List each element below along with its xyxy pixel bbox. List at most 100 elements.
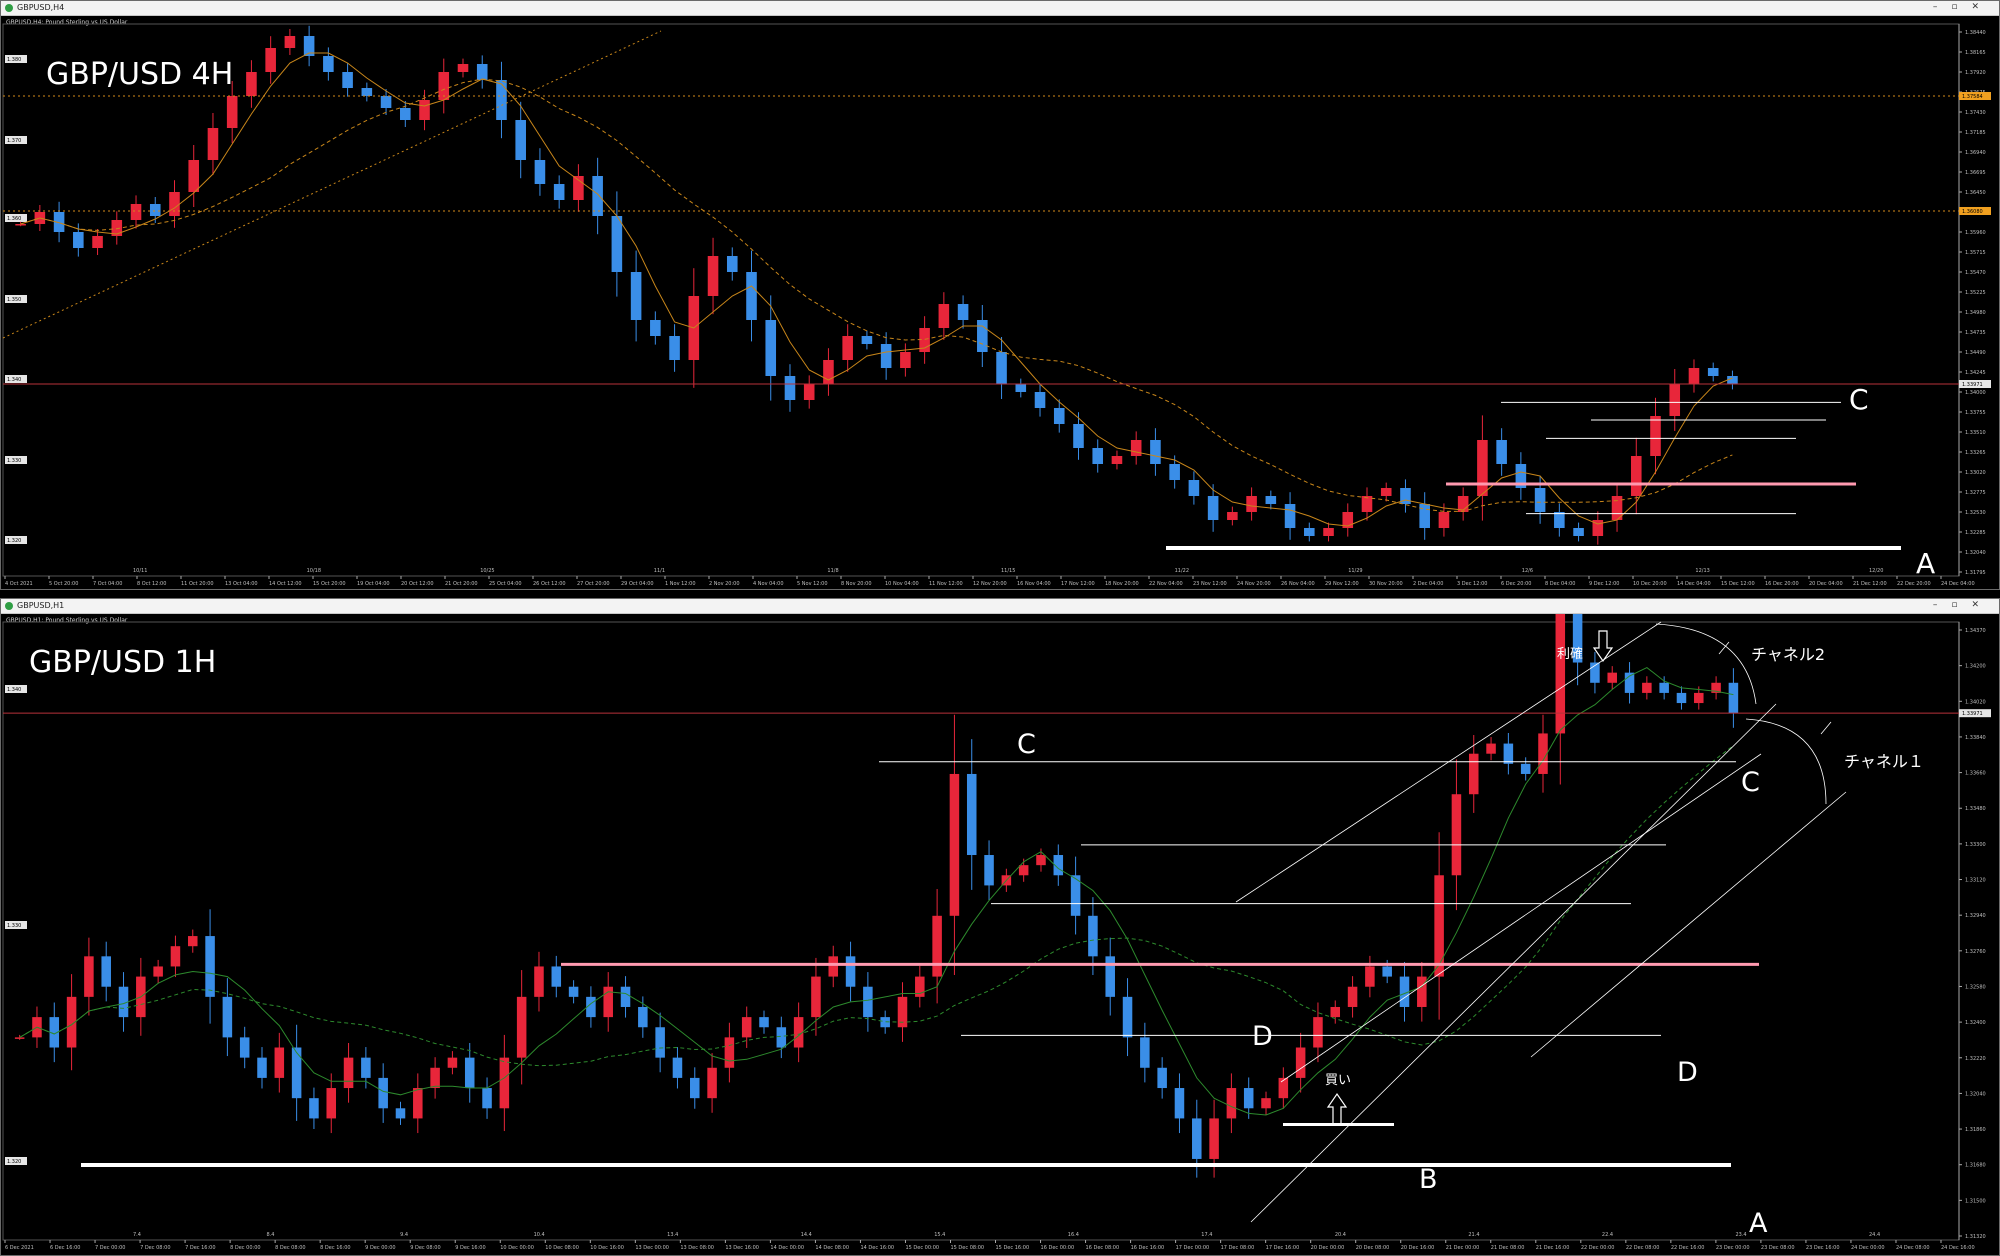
candle-body [1659,682,1669,693]
level-label-d: D [1677,1057,1698,1088]
candle-body [611,216,623,272]
candle-body [1261,1098,1271,1109]
candle-body [669,336,680,360]
close-icon[interactable]: ✕ [1971,600,1993,610]
x-tick-label: 14 Dec 16:00 [860,1245,894,1251]
period-tick-label: 12/6 [1522,568,1533,574]
candle-body [1503,743,1514,764]
window-controls[interactable]: –▫✕ [1933,2,1993,12]
left-price-label: 1.360 [7,216,21,222]
candle-body [765,320,777,376]
candlestick-chart-4h[interactable]: 1.384401.381651.379201.376751.374301.371… [1,16,2000,590]
window-controls[interactable]: –▫✕ [1933,600,1993,610]
candle-body [1192,1118,1202,1159]
candle-body [153,966,163,977]
x-tick-label: 11 Oct 20:00 [181,581,214,587]
period-tick-label: 14.4 [801,1232,812,1238]
candle-body [257,1057,267,1078]
x-tick-label: 13 Dec 08:00 [680,1245,714,1251]
candle-body [1555,614,1566,734]
candle-body [880,344,892,368]
candle-body [1347,986,1358,1007]
candle-body [726,256,738,272]
y-tick-label: 1.31860 [1965,1127,1986,1133]
candle-body [724,1037,735,1068]
period-tick-label: 24.4 [1869,1232,1880,1238]
take-profit-label: 利確 [1557,646,1583,662]
candle-body [1330,1006,1341,1018]
candle-body [1122,996,1133,1038]
candle-body [842,336,853,360]
x-tick-label: 29 Oct 04:00 [621,581,654,587]
candle-body [1313,1017,1323,1048]
channel-1-pointer [1820,721,1832,735]
x-tick-label: 6 Dec 20:00 [1501,581,1531,587]
candle-body [949,773,960,916]
y-tick-label: 1.36450 [1965,190,1986,196]
period-tick-label: 8.4 [267,1232,275,1238]
candle-body [291,1047,302,1099]
period-tick-label: 10/18 [307,568,321,574]
x-tick-label: 23 Dec 00:00 [1716,1245,1750,1251]
candle-body [413,1088,423,1119]
y-tick-label: 1.34000 [1965,390,1986,396]
minimize-icon[interactable]: – [1933,2,1952,12]
period-tick-label: 11/22 [1175,568,1189,574]
x-tick-label: 8 Dec 08:00 [275,1245,305,1251]
candle-body [551,966,562,987]
period-tick-label: 10/25 [480,568,494,574]
close-icon[interactable]: ✕ [1971,2,1993,12]
y-tick-label: 1.32775 [1965,490,1986,496]
level-label-c: C [1849,383,1869,416]
x-tick-label: 23 Dec 08:00 [1761,1245,1795,1251]
left-price-label: 1.340 [7,377,21,383]
x-tick-label: 10 Dec 08:00 [545,1245,579,1251]
x-tick-label: 17 Dec 16:00 [1266,1245,1300,1251]
candle-body [1140,1037,1150,1068]
candle-body [845,956,856,987]
candle-body [1380,488,1392,496]
candle-body [1554,512,1565,528]
chart-window-4h[interactable]: GBPUSD,H4 –▫✕ GBPUSD,H4: Pound Sterling … [0,0,2000,590]
candle-body [650,320,661,336]
window-titlebar[interactable]: GBPUSD,H1 –▫✕ [1,599,1999,614]
chart-window-1h[interactable]: GBPUSD,H1 –▫✕ GBPUSD,H1: Pound Sterling … [0,598,2000,1256]
y-tick-label: 1.31320 [1965,1234,1986,1240]
y-tick-label: 1.38165 [1965,50,1986,56]
level-label-d: D [1252,1021,1273,1052]
x-tick-label: 8 Oct 12:00 [137,581,166,587]
candle-body [957,304,969,320]
candle-body [1694,692,1704,704]
candle-body [188,160,200,192]
x-tick-label: 8 Dec 04:00 [1545,581,1575,587]
x-tick-label: 15 Dec 12:00 [1721,581,1755,587]
y-tick-label: 1.38440 [1965,30,1986,36]
candle-body [638,1006,648,1028]
minimize-icon[interactable]: – [1933,600,1952,610]
x-tick-label: 20 Oct 12:00 [401,581,434,587]
candlestick-chart-1h[interactable]: 1.34370 1.34200 1.34020 1.33840 1.33660 1.334… [1,614,2000,1256]
window-titlebar[interactable]: GBPUSD,H4 –▫✕ [1,1,1999,16]
y-tick-label: 1.32220 [1965,1056,1986,1062]
moving-average-line [20,78,1733,512]
candle-body [73,232,84,248]
restore-icon[interactable]: ▫ [1951,600,1971,610]
x-tick-label: 8 Nov 20:00 [841,581,872,587]
left-price-label: 1.330 [7,923,21,929]
y-tick-label: 1.34490 [1965,350,1986,356]
chart-window-icon [5,4,13,12]
y-tick-label: 1.32940 [1965,913,1986,919]
period-tick-label: 11/29 [1348,568,1362,574]
y-tick-label: 1.34980 [1965,310,1986,316]
y-tick-label: 1.31500 [1965,1198,1986,1204]
x-tick-label: 20 Dec 08:00 [1356,1245,1390,1251]
y-tick-label: 1.37920 [1965,70,1986,76]
candle-body [482,1088,492,1109]
x-tick-label: 21 Oct 20:00 [445,581,478,587]
y-tick-label: 1.32400 [1965,1020,1986,1026]
restore-icon[interactable]: ▫ [1951,2,1971,12]
candle-body [170,946,181,967]
x-tick-label: 29 Nov 12:00 [1325,581,1359,587]
candle-body [1036,855,1046,866]
candle-body [966,773,977,856]
